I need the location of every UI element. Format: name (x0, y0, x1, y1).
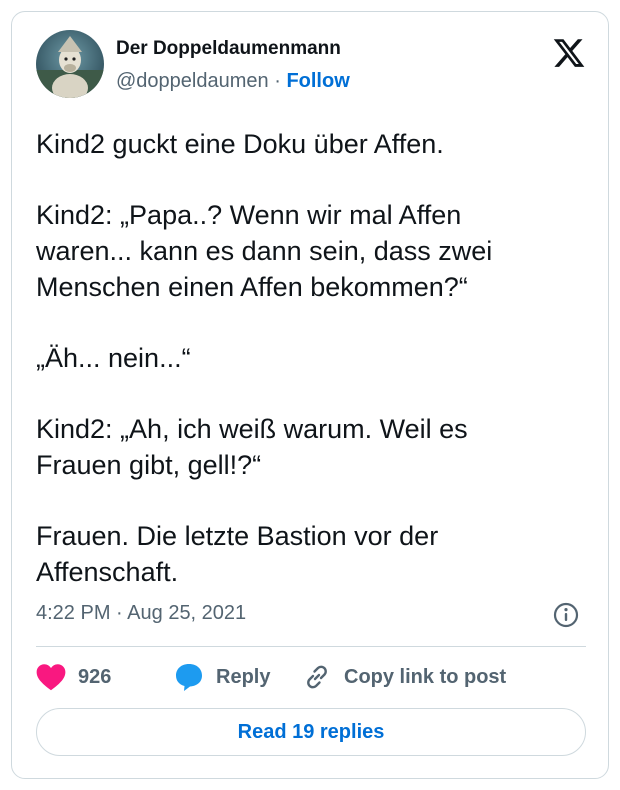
date-separator: · (116, 602, 123, 624)
divider (36, 646, 586, 647)
handle-separator: · (274, 70, 281, 92)
follow-button[interactable]: Follow (286, 70, 349, 92)
post-line: waren... kann es dann sein, dass zwei (36, 236, 493, 266)
post-paragraph: Kind2: „Ah, ich weiß warum. Weil es Frau… (36, 411, 596, 483)
reply-bubble-icon (176, 664, 202, 691)
copy-link-button[interactable]: Copy link to post (302, 660, 506, 694)
post-line: Kind2: „Ah, ich weiß warum. Weil es (36, 414, 468, 444)
post-paragraph: Kind2: „Papa..? Wenn wir mal Affen waren… (36, 197, 596, 305)
link-icon (307, 665, 327, 689)
post-line: Affenschaft. (36, 557, 179, 587)
like-button[interactable]: 926 (36, 660, 111, 694)
x-logo-icon[interactable] (552, 36, 586, 70)
post-date: Aug 25, 2021 (127, 602, 247, 624)
post-text: Kind2 guckt eine Doku über Affen. Kind2:… (36, 126, 596, 625)
post-line: Frauen. Die letzte Bastion vor der (36, 521, 439, 551)
handle-row: @doppeldaumen · Follow (116, 70, 350, 93)
reply-button[interactable]: Reply (174, 660, 270, 694)
copy-link-label: Copy link to post (344, 665, 507, 688)
heart-icon (36, 664, 66, 691)
info-icon[interactable] (552, 601, 580, 629)
post-time: 4:22 PM (36, 602, 111, 624)
post-line: Menschen einen Affen bekommen?“ (36, 272, 468, 302)
post-line: Kind2 guckt eine Doku über Affen. (36, 129, 444, 159)
post-paragraph: Frauen. Die letzte Bastion vor der Affen… (36, 518, 596, 590)
reply-label: Reply (216, 665, 271, 688)
post-card: Der Doppeldaumenmann @doppeldaumen · Fol… (11, 11, 609, 779)
avatar[interactable] (36, 30, 104, 98)
post-timestamp[interactable]: 4:22 PM · Aug 25, 2021 (36, 602, 246, 625)
author-handle[interactable]: @doppeldaumen (116, 70, 269, 92)
action-bar: 926 Reply Copy link to post (36, 660, 586, 694)
post-line: Kind2: „Papa..? Wenn wir mal Affen (36, 200, 462, 230)
author-name[interactable]: Der Doppeldaumenmann (116, 38, 341, 60)
post-line: „Äh... nein...“ (36, 343, 191, 373)
post-paragraph: Kind2 guckt eine Doku über Affen. (36, 126, 596, 162)
post-paragraph: „Äh... nein...“ (36, 340, 596, 376)
like-count: 926 (78, 665, 112, 688)
post-line: Frauen gibt, gell!?“ (36, 450, 262, 480)
read-replies-button[interactable]: Read 19 replies (36, 708, 586, 756)
